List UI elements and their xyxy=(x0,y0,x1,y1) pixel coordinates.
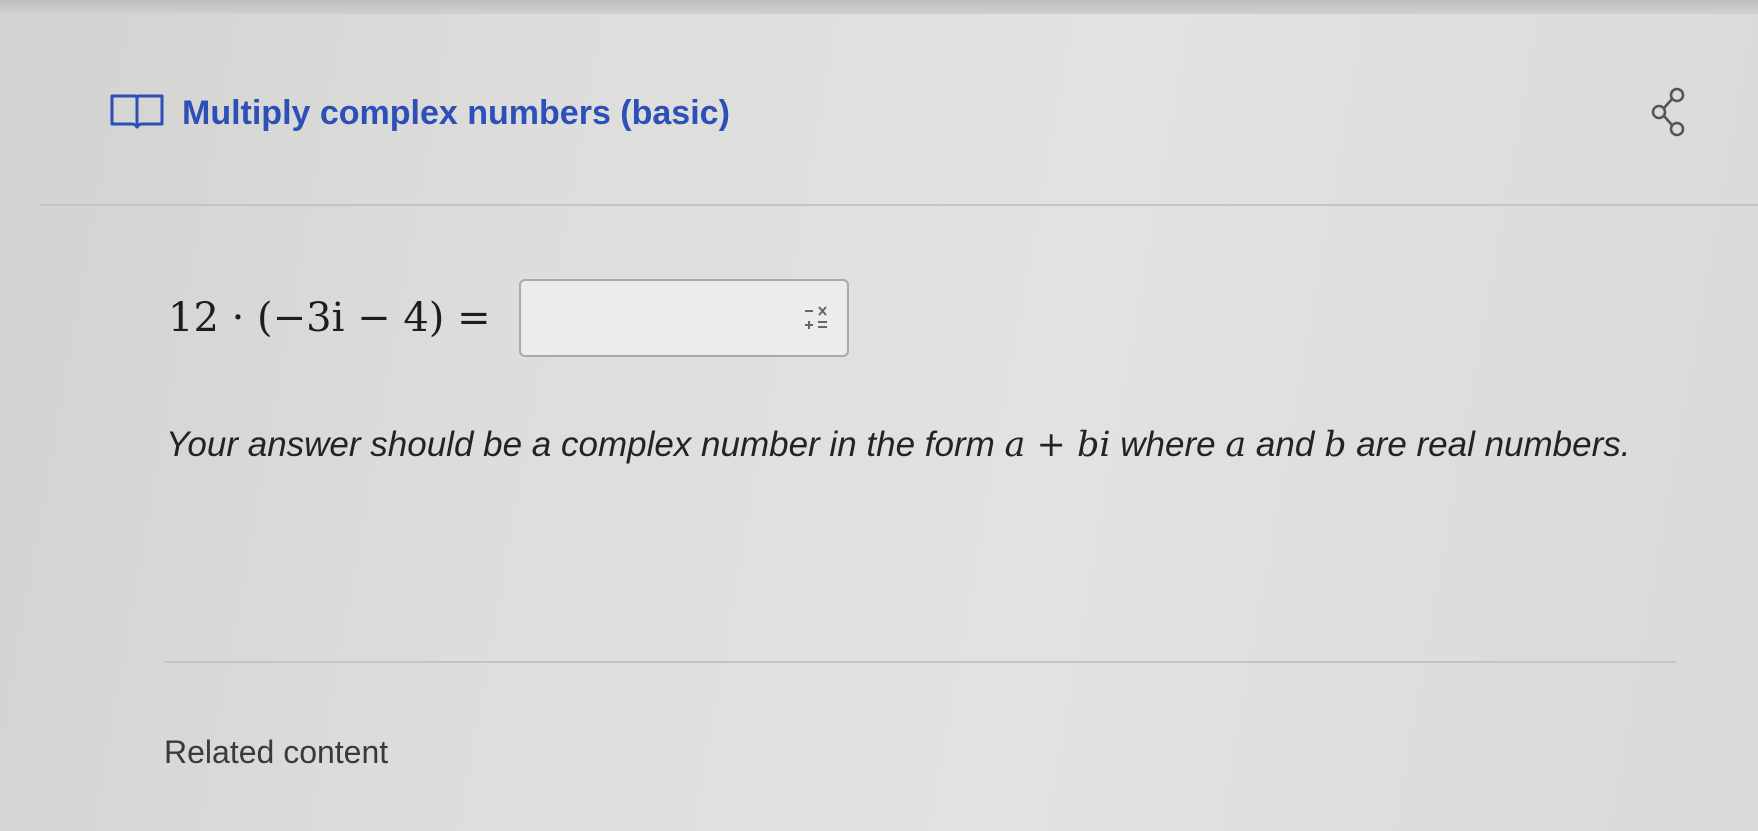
top-edge xyxy=(0,0,1758,14)
instructions-text-3: and xyxy=(1246,425,1325,464)
problem-equation: 12 · (−3i − 4) = xyxy=(168,295,491,341)
instructions-text-1: Your answer should be a complex number i… xyxy=(166,425,1005,464)
instructions-text-4: are real numbers. xyxy=(1346,425,1631,464)
math-keypad-icon[interactable] xyxy=(803,305,829,333)
variable-a: a xyxy=(1225,425,1247,465)
share-icon[interactable] xyxy=(1648,86,1694,138)
form-expression: a + bi xyxy=(1004,425,1111,465)
related-content-heading: Related content xyxy=(164,734,389,770)
content-divider xyxy=(164,661,1676,663)
problem-row: 12 · (−3i − 4) = xyxy=(168,278,849,358)
answer-box[interactable] xyxy=(518,279,849,357)
book-icon xyxy=(108,92,166,130)
answer-input[interactable] xyxy=(520,281,771,355)
header-divider xyxy=(40,204,1758,206)
instructions: Your answer should be a complex number i… xyxy=(166,414,1686,476)
variable-b: b xyxy=(1324,425,1347,465)
exercise-title[interactable]: Multiply complex numbers (basic) xyxy=(182,94,730,133)
exercise-header: Multiply complex numbers (basic) xyxy=(0,60,1758,170)
instructions-text-2: where xyxy=(1110,425,1226,464)
